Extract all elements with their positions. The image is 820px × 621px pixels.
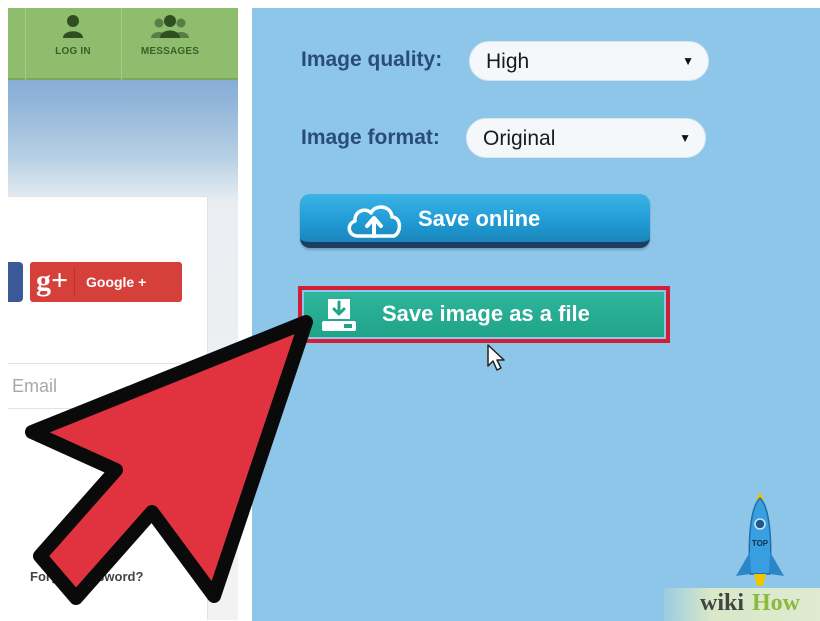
dropdown-caret-icon: ▼ (679, 131, 691, 145)
google-plus-login-button[interactable]: g+ Google + (30, 262, 182, 302)
image-format-label: Image format: (301, 126, 440, 149)
google-button-divider (74, 268, 75, 296)
save-online-label: Save online (418, 206, 541, 231)
facebook-login-button[interactable] (8, 262, 23, 302)
mouse-pointer-icon (487, 344, 505, 371)
save-online-button[interactable]: Save online (300, 194, 650, 248)
dropdown-caret-icon: ▼ (682, 54, 694, 68)
user-icon (63, 15, 83, 38)
rocket-icon[interactable]: TOP (730, 490, 790, 590)
nav-item-login[interactable]: LOG IN (26, 8, 120, 80)
login-page-panel: LOG IN MESSAGES g+ Google + Forgot passw… (8, 8, 238, 620)
save-image-as-file-label: Save image as a file (382, 301, 590, 326)
users-icon (151, 15, 189, 38)
watermark-how: How (752, 590, 800, 616)
forgot-password-link[interactable]: Forgot password? (30, 569, 220, 584)
login-card: g+ Google + Forgot password? (8, 196, 208, 620)
wikihow-watermark: wiki How (664, 588, 820, 621)
save-image-as-file-button[interactable]: Save image as a file (304, 292, 664, 337)
nav-messages-label: MESSAGES (140, 46, 200, 57)
google-plus-icon: g+ (36, 264, 69, 297)
download-drive-icon (322, 299, 356, 331)
image-format-select[interactable]: Original ▼ (466, 118, 706, 158)
nav-login-label: LOG IN (55, 46, 91, 57)
save-options-panel: Image quality: High ▼ Image format: Orig… (252, 8, 820, 621)
rocket-label: TOP (752, 539, 769, 548)
login-submit-button[interactable] (104, 495, 144, 515)
image-quality-select[interactable]: High ▼ (469, 41, 709, 81)
cloud-upload-icon (347, 205, 402, 238)
image-format-value: Original (483, 127, 556, 150)
watermark-wiki: wiki (700, 590, 745, 616)
image-quality-value: High (486, 50, 530, 73)
google-button-label: Google + (86, 274, 147, 290)
email-field[interactable] (8, 363, 186, 409)
image-quality-label: Image quality: (301, 48, 443, 71)
top-navigation-bar: LOG IN MESSAGES (8, 8, 238, 80)
nav-item-messages[interactable]: MESSAGES (122, 8, 218, 80)
